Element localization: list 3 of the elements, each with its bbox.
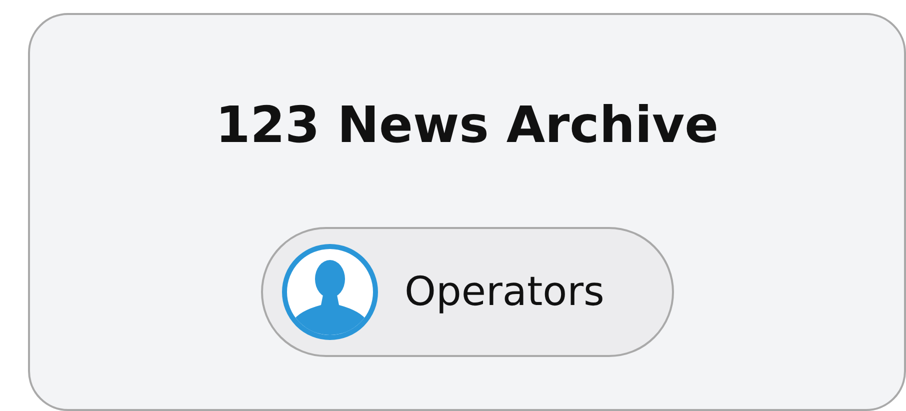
- person-icon: [280, 243, 378, 341]
- operators-button[interactable]: Operators: [260, 227, 674, 357]
- card-title: 123 News Archive: [215, 95, 719, 155]
